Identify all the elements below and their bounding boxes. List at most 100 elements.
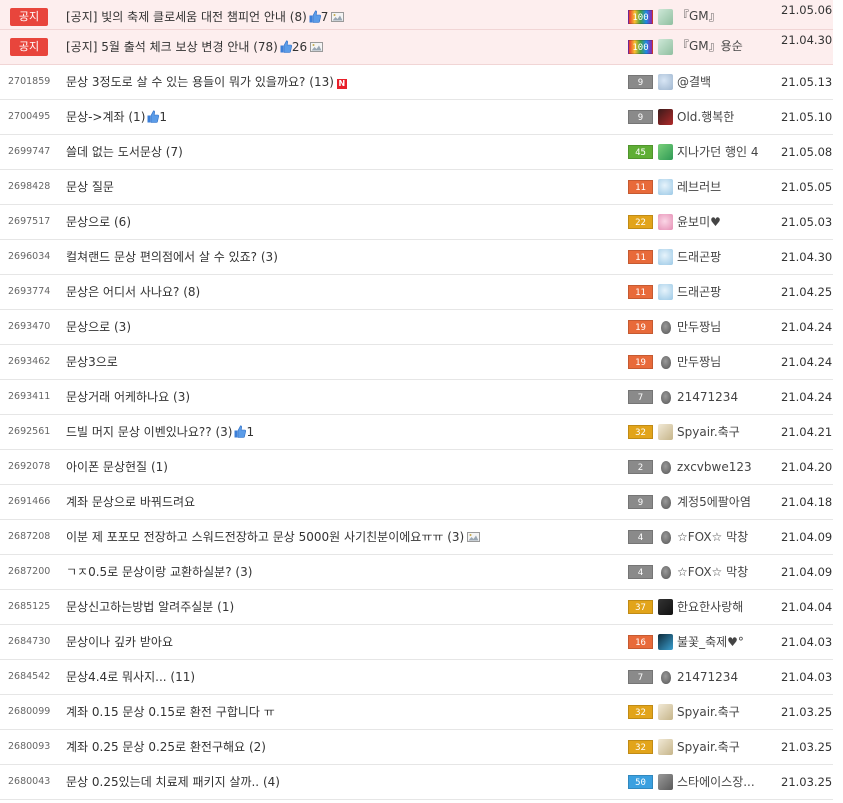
table-row[interactable]: 2693411 문상거래 어케하나요 (3) 7 21471234 21.04.24 [0,380,833,415]
table-row[interactable]: 2697517 문상으로 (6) 22 윤보미♥ 21.05.03 [0,205,833,240]
post-title-link[interactable]: 계좌 0.15 문상 0.15로 환전 구합니다 ㅠ [66,695,275,729]
author-nickname[interactable]: 레브러브 [677,170,721,204]
post-title-link[interactable]: 문상신고하는방법 알려주실분 (1) [66,590,234,624]
author-nickname[interactable]: Spyair.축구 [677,415,740,449]
post-title-link[interactable]: 컬쳐랜드 문상 편의점에서 살 수 있죠? (3) [66,240,278,274]
avatar[interactable] [658,109,673,125]
table-row[interactable]: 2680093 계좌 0.25 문상 0.25로 환전구해요 (2) 32 Spyai… [0,730,833,765]
post-title-link[interactable]: 문상 질문 [66,170,114,204]
author-nickname[interactable]: Old.행복한 [677,100,734,134]
avatar[interactable] [658,9,673,25]
table-row[interactable]: 2700495 문상->계좌 (1) 1 9 Old.행복한 21.05.10 [0,100,833,135]
author-nickname[interactable]: 지나가던 행인 4 [677,135,759,169]
new-icon: N [336,79,347,89]
table-row[interactable]: 2680099 계좌 0.15 문상 0.15로 환전 구합니다 ㅠ 32 Spyai… [0,695,833,730]
post-title-link[interactable]: 문상 3정도로 살 수 있는 용들이 뭐가 있을까요? (13) N [66,65,347,99]
table-row[interactable]: 2687208 이분 제 포포모 전장하고 스워드전장하고 문상 5000원 사기… [0,520,833,555]
author-nickname[interactable]: 드래곤팡 [677,240,721,274]
avatar[interactable] [658,704,673,720]
table-row[interactable]: 2696034 컬쳐랜드 문상 편의점에서 살 수 있죠? (3) 11 드래곤팡 21… [0,240,833,275]
post-title-link[interactable]: 쓸데 없는 도서문상 (7) [66,135,183,169]
avatar[interactable] [661,391,671,404]
avatar[interactable] [658,599,673,615]
avatar[interactable] [658,179,673,195]
table-row[interactable]: 2698428 문상 질문 11 레브러브 21.05.05 [0,170,833,205]
table-row[interactable]: 2684730 문상이나 깊카 받아요 16 불꽃_축제♥° 21.04.03 [0,625,833,660]
author-nickname[interactable]: 불꽃_축제♥° [677,625,744,659]
post-title-link[interactable]: [공지] 빛의 축제 클로세움 대전 챔피언 안내 (8) 7 [66,0,345,34]
post-title-link[interactable]: 문상 0.25있는데 치료제 패키지 살까.. (4) [66,765,280,799]
table-row[interactable]: 2687200 ㄱㅈ0.5로 문상이랑 교환하실분? (3) 4 ☆FOX☆ 막창 21… [0,555,833,590]
post-title-link[interactable]: 문상->계좌 (1) 1 [66,100,167,134]
comment-count: (3) [114,320,131,334]
post-title-link[interactable]: 문상이나 깊카 받아요 [66,625,173,659]
avatar[interactable] [658,74,673,90]
post-title-link[interactable]: 문상은 어디서 사나요? (8) [66,275,200,309]
avatar[interactable] [661,356,671,369]
table-row[interactable]: 2680043 문상 0.25있는데 치료제 패키지 살까.. (4) 50 스타에이… [0,765,833,800]
table-row[interactable]: 2691466 계좌 문상으로 바꿔드려요 9 계정5에팔아염 21.04.18 [0,485,833,520]
post-title-link[interactable]: [공지] 5월 출석 체크 보상 변경 안내 (78) 26 [66,30,324,64]
post-title-link[interactable]: 문상으로 (3) [66,310,131,344]
notice-row[interactable]: 공지 [공지] 5월 출석 체크 보상 변경 안내 (78) 26 100 『GM』용순… [0,30,833,65]
avatar[interactable] [658,739,673,755]
author-nickname[interactable]: ☆FOX☆ 막창 [677,520,748,554]
post-title-link[interactable]: 문상거래 어케하나요 (3) [66,380,190,414]
post-title-link[interactable]: 드빌 머지 문상 이벤있나요?? (3) 1 [66,415,254,449]
avatar[interactable] [661,566,671,579]
comment-count: (11) [170,670,196,684]
author-nickname[interactable]: 윤보미♥ [677,205,721,239]
author-nickname[interactable]: 21471234 [677,660,738,694]
author-nickname[interactable]: zxcvbwe123 [677,450,752,484]
avatar[interactable] [661,321,671,334]
post-number: 2693774 [8,286,51,297]
post-title-link[interactable]: 문상4.4로 뭐사지... (11) [66,660,195,694]
author-nickname[interactable]: 『GM』용순 [677,29,743,63]
post-title-link[interactable]: 계좌 0.25 문상 0.25로 환전구해요 (2) [66,730,266,764]
author-nickname[interactable]: 드래곤팡 [677,275,721,309]
author-nickname[interactable]: 한요한사랑해 [677,590,743,624]
post-title-link[interactable]: 문상으로 (6) [66,205,131,239]
table-row[interactable]: 2701859 문상 3정도로 살 수 있는 용들이 뭐가 있을까요? (13) N… [0,65,833,100]
author-nickname[interactable]: 21471234 [677,380,738,414]
avatar[interactable] [658,424,673,440]
avatar[interactable] [661,531,671,544]
post-title-link[interactable]: ㄱㅈ0.5로 문상이랑 교환하실분? (3) [66,555,252,589]
avatar[interactable] [661,671,671,684]
comment-count: (6) [114,215,131,229]
post-title-link[interactable]: 문상3으로 [66,345,118,379]
avatar[interactable] [658,284,673,300]
author-nickname[interactable]: Spyair.축구 [677,695,740,729]
post-title-link[interactable]: 이분 제 포포모 전장하고 스워드전장하고 문상 5000원 사기친분이에요ㅠㅠ… [66,520,481,554]
post-date: 21.03.25 [781,705,833,719]
comment-count: (1) [128,110,146,124]
avatar[interactable] [661,461,671,474]
avatar[interactable] [661,496,671,509]
level-badge: 11 [628,180,653,194]
avatar[interactable] [658,774,673,790]
table-row[interactable]: 2685125 문상신고하는방법 알려주실분 (1) 37 한요한사랑해 21.04.0… [0,590,833,625]
author-nickname[interactable]: 만두짱님 [677,345,721,379]
avatar[interactable] [658,144,673,160]
post-title-link[interactable]: 아이폰 문상현질 (1) [66,450,168,484]
author-nickname[interactable]: @결백 [677,65,711,99]
table-row[interactable]: 2699747 쓸데 없는 도서문상 (7) 45 지나가던 행인 4 21.05.08 [0,135,833,170]
table-row[interactable]: 2684542 문상4.4로 뭐사지... (11) 7 21471234 21.04.… [0,660,833,695]
post-title-link[interactable]: 계좌 문상으로 바꿔드려요 [66,485,195,519]
avatar[interactable] [658,249,673,265]
avatar[interactable] [658,634,673,650]
avatar[interactable] [658,214,673,230]
avatar[interactable] [658,39,673,55]
author-nickname[interactable]: 스타에이스장... [677,765,755,799]
author-nickname[interactable]: 계정5에팔아염 [677,485,751,519]
table-row[interactable]: 2693774 문상은 어디서 사나요? (8) 11 드래곤팡 21.04.25 [0,275,833,310]
author-nickname[interactable]: 만두짱님 [677,310,721,344]
author-nickname[interactable]: Spyair.축구 [677,730,740,764]
table-row[interactable]: 2692561 드빌 머지 문상 이벤있나요?? (3) 1 32 Spyair.축구 2… [0,415,833,450]
table-row[interactable]: 2692078 아이폰 문상현질 (1) 2 zxcvbwe123 21.04.20 [0,450,833,485]
notice-row[interactable]: 공지 [공지] 빛의 축제 클로세움 대전 챔피언 안내 (8) 7 100 『GM』 2… [0,0,833,30]
table-row[interactable]: 2693470 문상으로 (3) 19 만두짱님 21.04.24 [0,310,833,345]
level-badge: 50 [628,775,653,789]
table-row[interactable]: 2693462 문상3으로 19 만두짱님 21.04.24 [0,345,833,380]
author-nickname[interactable]: ☆FOX☆ 막창 [677,555,748,589]
